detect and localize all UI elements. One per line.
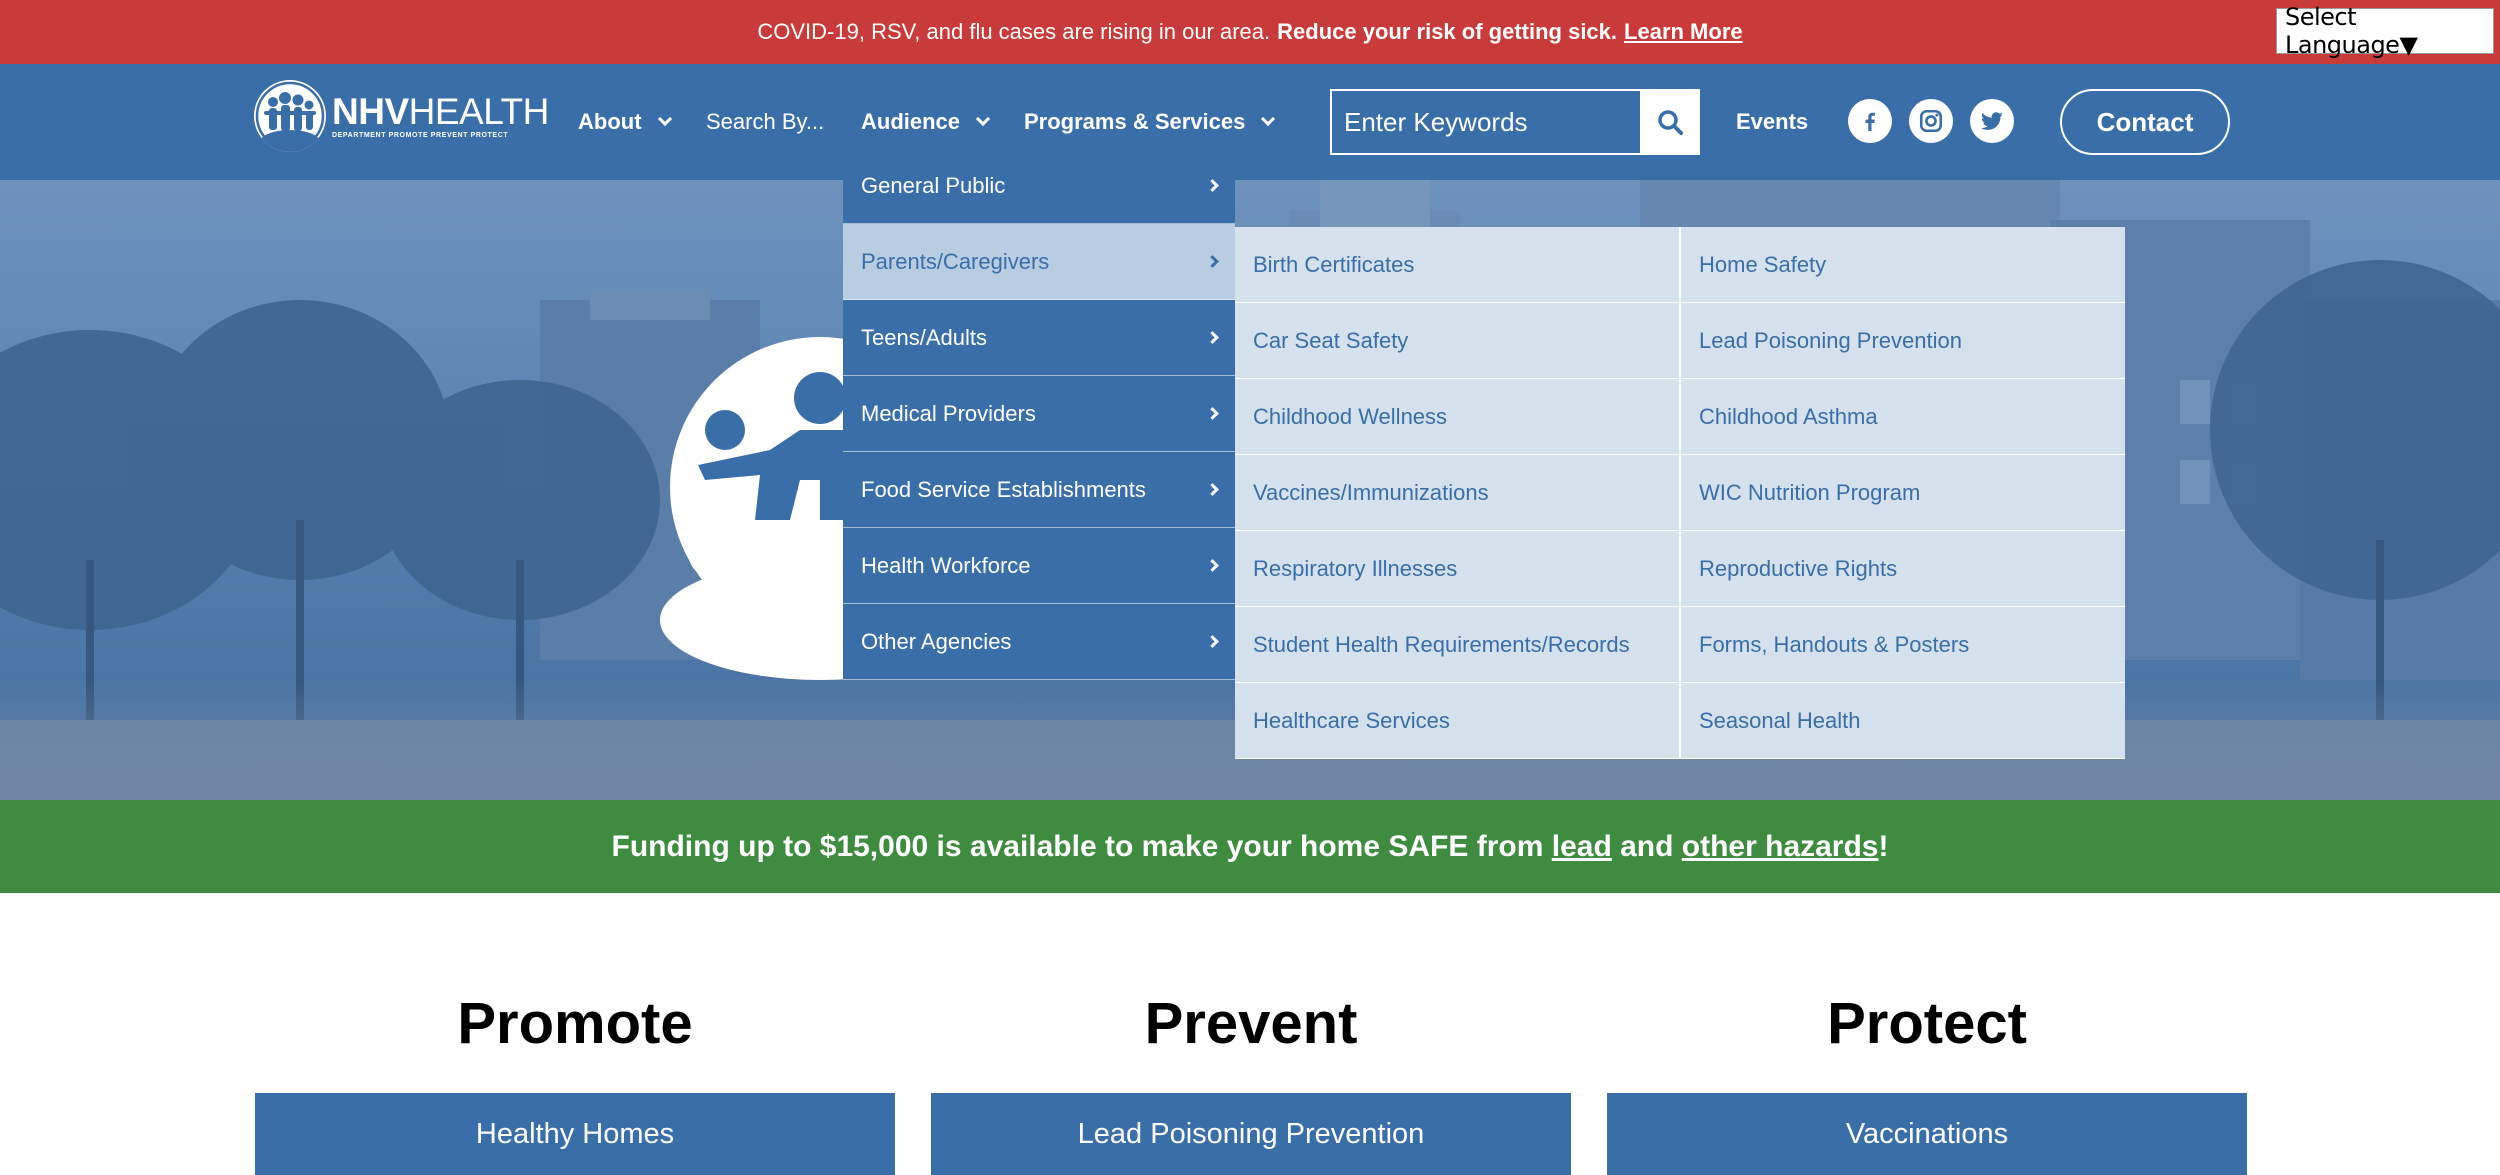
submenu-link[interactable]: Home Safety — [1681, 227, 2125, 303]
chevron-right-icon — [1206, 559, 1219, 572]
chevron-down-icon — [1261, 111, 1276, 127]
audience-item-label: Health Workforce — [861, 552, 1031, 578]
alert-bar: COVID-19, RSV, and flu cases are rising … — [0, 0, 2500, 64]
audience-item-medical-providers[interactable]: Medical Providers — [843, 376, 1235, 452]
logo-word-bold: NHV — [332, 90, 409, 132]
search-button[interactable] — [1640, 89, 1700, 155]
protect-heading: Protect — [1827, 991, 2027, 1056]
nav-events-label: Events — [1736, 109, 1809, 134]
submenu-link[interactable]: Lead Poisoning Prevention — [1681, 303, 2125, 379]
submenu-link[interactable]: Car Seat Safety — [1235, 303, 1681, 379]
instagram-link[interactable] — [1909, 99, 1953, 143]
prevent-heading: Prevent — [1144, 991, 1358, 1056]
parents-caregivers-submenu: Birth Certificates Home Safety Car Seat … — [1235, 227, 2125, 759]
audience-item-general-public[interactable]: General Public — [843, 148, 1235, 224]
alert-strong-text: Reduce your risk of getting sick. — [1277, 19, 1618, 44]
search-input[interactable] — [1330, 89, 1640, 155]
other-hazards-link[interactable]: other hazards — [1682, 830, 1879, 864]
submenu-link[interactable]: Vaccines/Immunizations — [1235, 455, 1681, 531]
nav-events[interactable]: Events — [1736, 64, 1808, 180]
submenu-link[interactable]: Birth Certificates — [1235, 227, 1681, 303]
submenu-link[interactable]: Respiratory Illnesses — [1235, 531, 1681, 607]
submenu-link[interactable]: Seasonal Health — [1681, 683, 2125, 759]
funding-text-mid: and — [1611, 829, 1682, 863]
nav-about-label: About — [578, 109, 642, 134]
chevron-right-icon — [1206, 483, 1219, 496]
alert-text: COVID-19, RSV, and flu cases are rising … — [757, 19, 1271, 44]
submenu-link[interactable]: Forms, Handouts & Posters — [1681, 607, 2125, 683]
nav-programs-label: Programs & Services — [1024, 109, 1246, 134]
chevron-right-icon — [1206, 179, 1219, 192]
learn-more-link[interactable]: Learn More — [1624, 19, 1743, 45]
nav-about[interactable]: About — [578, 64, 672, 180]
submenu-link[interactable]: Healthcare Services — [1235, 683, 1681, 759]
chevron-down-icon — [975, 111, 991, 127]
audience-dropdown: General Public Parents/Caregivers Teens/… — [843, 148, 1235, 680]
audience-item-label: Other Agencies — [861, 628, 1012, 654]
lead-poisoning-prevention-button[interactable]: Lead Poisoning Prevention — [931, 1093, 1571, 1175]
search-form — [1330, 89, 1700, 155]
main-nav: NHVHEALTH DEPARTMENT PROMOTE PREVENT PRO… — [0, 64, 2500, 180]
logo-emblem-icon — [254, 80, 326, 152]
submenu-link[interactable]: Childhood Wellness — [1235, 379, 1681, 455]
audience-item-label: Teens/Adults — [861, 324, 987, 350]
facebook-icon — [1865, 112, 1875, 131]
audience-item-label: Medical Providers — [861, 400, 1036, 426]
logo-word-rest: HEALTH — [408, 90, 550, 132]
audience-item-other-agencies[interactable]: Other Agencies — [843, 604, 1235, 680]
nav-audience-label: Audience — [861, 109, 961, 134]
chevron-right-icon — [1206, 255, 1219, 268]
funding-text-end: ! — [1878, 829, 1889, 863]
audience-item-parents-caregivers[interactable]: Parents/Caregivers — [843, 224, 1235, 300]
twitter-link[interactable] — [1970, 99, 2014, 143]
audience-item-health-workforce[interactable]: Health Workforce — [843, 528, 1235, 604]
audience-item-label: General Public — [861, 172, 1006, 198]
twitter-icon — [1980, 112, 2003, 130]
search-icon — [1658, 110, 1683, 135]
healthy-homes-button[interactable]: Healthy Homes — [255, 1093, 895, 1175]
audience-item-label: Food Service Establishments — [861, 476, 1146, 502]
submenu-link[interactable]: Childhood Asthma — [1681, 379, 2125, 455]
funding-banner: Funding up to $15,000 is available to ma… — [0, 800, 2500, 893]
nav-search-by[interactable]: Search By... — [706, 64, 824, 180]
submenu-link[interactable]: Student Health Requirements/Records — [1235, 607, 1681, 683]
language-select[interactable]: Select Language▼ — [2276, 3, 2494, 59]
instagram-icon — [1919, 109, 1943, 133]
funding-text: Funding up to $15,000 is available to ma… — [611, 829, 1552, 863]
contact-button[interactable]: Contact — [2060, 89, 2230, 155]
chevron-right-icon — [1206, 331, 1219, 344]
chevron-down-icon — [657, 111, 672, 127]
promote-heading: Promote — [457, 991, 693, 1056]
audience-item-teens-adults[interactable]: Teens/Adults — [843, 300, 1235, 376]
submenu-link[interactable]: Reproductive Rights — [1681, 531, 2125, 607]
vaccinations-button[interactable]: Vaccinations — [1607, 1093, 2247, 1175]
facebook-link[interactable] — [1848, 99, 1892, 143]
audience-item-label: Parents/Caregivers — [861, 248, 1050, 274]
site-logo[interactable]: NHVHEALTH DEPARTMENT PROMOTE PREVENT PRO… — [254, 80, 549, 152]
chevron-right-icon — [1206, 407, 1219, 420]
lead-link[interactable]: lead — [1552, 830, 1612, 864]
chevron-right-icon — [1206, 635, 1219, 648]
logo-tagline: DEPARTMENT PROMOTE PREVENT PROTECT — [332, 131, 509, 139]
submenu-link[interactable]: WIC Nutrition Program — [1681, 455, 2125, 531]
audience-item-food-service[interactable]: Food Service Establishments — [843, 452, 1235, 528]
nav-search-by-label: Search By... — [706, 109, 825, 134]
